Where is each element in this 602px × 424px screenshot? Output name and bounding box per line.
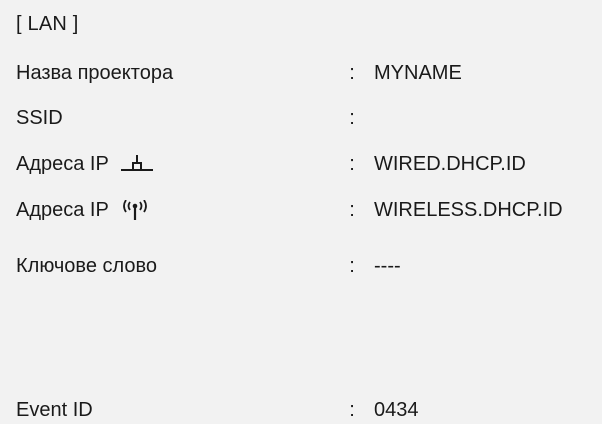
info-row-event-id: Event ID : 0434 bbox=[16, 396, 602, 424]
row-separator: : bbox=[349, 153, 355, 175]
row-label-container: Адреса IP bbox=[16, 150, 154, 178]
row-label-container: Адреса IP bbox=[16, 196, 150, 224]
row-label: Назва проектора bbox=[16, 62, 174, 84]
info-row-keyword: Ключове слово : ---- bbox=[16, 252, 602, 280]
row-label: Event ID bbox=[16, 399, 93, 421]
wired-lan-icon bbox=[120, 154, 154, 176]
row-value: MYNAME bbox=[374, 62, 462, 84]
row-separator: : bbox=[349, 399, 355, 421]
row-label: SSID bbox=[16, 107, 63, 129]
row-value: 0434 bbox=[374, 399, 419, 421]
row-value: WIRED.DHCP.ID bbox=[374, 153, 526, 175]
info-row-wireless-ip: Адреса IP : WIRELESS.DHCP.ID bbox=[16, 196, 602, 224]
row-separator: : bbox=[349, 199, 355, 221]
row-value: WIRELESS.DHCP.ID bbox=[374, 199, 563, 221]
lan-info-screen: [ LAN ] Назва проектора : MYNAME SSID : … bbox=[0, 0, 602, 424]
row-value: ---- bbox=[374, 255, 401, 277]
info-row-wired-ip: Адреса IP : WIRED.DHCP.ID bbox=[16, 150, 602, 178]
info-row-ssid: SSID : bbox=[16, 104, 602, 132]
info-row-projector-name: Назва проектора : MYNAME bbox=[16, 59, 602, 87]
section-title: [ LAN ] bbox=[16, 13, 79, 35]
row-label: Адреса IP bbox=[16, 199, 109, 221]
row-separator: : bbox=[349, 107, 355, 129]
row-label: Ключове слово bbox=[16, 255, 158, 277]
row-separator: : bbox=[349, 255, 355, 277]
wireless-antenna-icon bbox=[120, 199, 150, 222]
row-separator: : bbox=[349, 62, 355, 84]
row-label: Адреса IP bbox=[16, 153, 109, 175]
